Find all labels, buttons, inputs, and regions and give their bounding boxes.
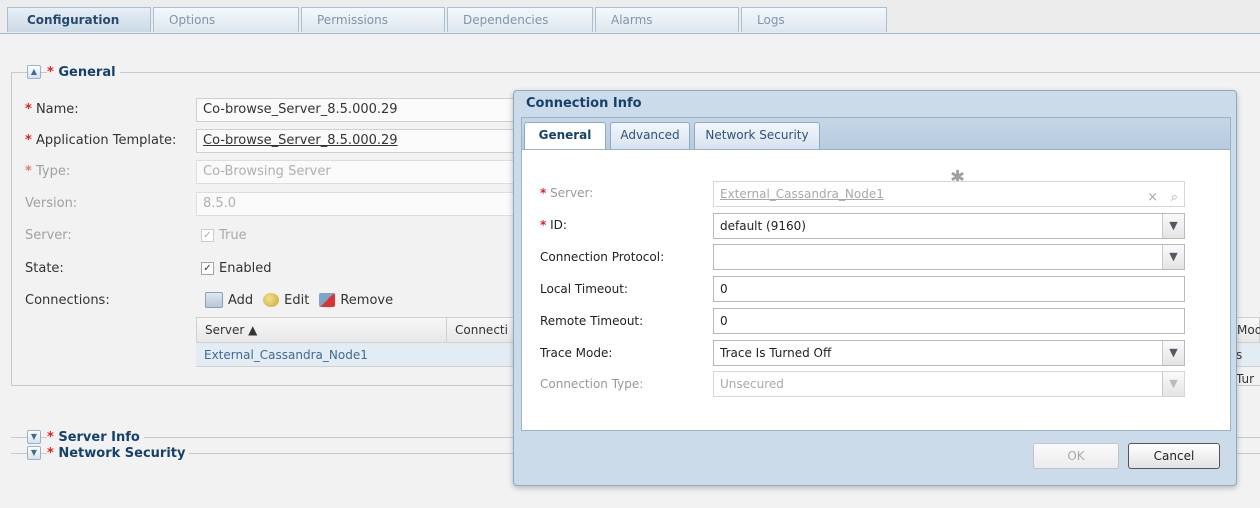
state-label: State: [25, 261, 64, 276]
server-info-section-header: ▼ * Server Info [27, 429, 144, 445]
chevron-down-icon[interactable]: ▼ [1162, 245, 1184, 269]
chevron-down-icon[interactable]: ▼ [27, 430, 41, 444]
state-checkbox-label: Enabled [219, 261, 272, 276]
dialog-server-field[interactable]: External_Cassandra_Node1 × ⌕ [713, 181, 1185, 207]
dialog-tab-network-security[interactable]: Network Security [694, 122, 820, 149]
dialog-id-label: * ID: [540, 218, 567, 232]
dialog-protocol-label: Connection Protocol: [540, 250, 665, 264]
state-checkbox[interactable]: ✓ [201, 262, 214, 275]
dialog-id-select[interactable]: default (9160) ▼ [713, 213, 1185, 239]
network-security-section-header: ▼ * Network Security [27, 445, 190, 461]
type-label: * Type: [25, 164, 71, 179]
chevron-up-icon[interactable]: ▲ [27, 65, 41, 79]
chevron-down-icon[interactable]: ▼ [27, 446, 41, 460]
dialog-tab-strip: General Advanced Network Security [521, 117, 1231, 150]
app-template-link[interactable]: Co-browse_Server_8.5.000.29 [196, 129, 526, 153]
connections-label: Connections: [25, 293, 110, 308]
dialog-server-label: * Server: [540, 186, 594, 200]
version-field: 8.5.0 [196, 192, 526, 216]
version-label: Version: [25, 196, 78, 211]
tab-alarms[interactable]: Alarms [595, 7, 739, 32]
dialog-local-timeout-label: Local Timeout: [540, 282, 628, 296]
chevron-down-icon[interactable]: ▼ [1162, 341, 1184, 365]
ok-button[interactable]: OK [1033, 443, 1119, 469]
state-checkbox-row[interactable]: ✓ Enabled [201, 261, 272, 276]
clear-x-icon[interactable]: × [1147, 186, 1158, 210]
dialog-protocol-select[interactable]: ▼ [713, 244, 1185, 270]
server-checkbox-row: ✓ True [201, 228, 247, 243]
cancel-button[interactable]: Cancel [1128, 443, 1220, 469]
tab-options[interactable]: Options [153, 7, 299, 32]
legend-line [11, 72, 25, 73]
name-label: * Name: [25, 102, 79, 117]
server-label: Server: [25, 228, 72, 243]
dialog-local-timeout-input[interactable]: 0 [713, 276, 1185, 302]
dialog-remote-timeout-input[interactable]: 0 [713, 308, 1185, 334]
edit-icon [263, 293, 280, 307]
server-info-section-title: Server Info [58, 429, 140, 445]
tab-dependencies[interactable]: Dependencies [447, 7, 593, 32]
dialog-trace-mode-label: Trace Mode: [540, 346, 613, 360]
tab-configuration[interactable]: Configuration [7, 7, 151, 32]
name-field[interactable]: Co-browse_Server_8.5.000.29 [196, 98, 526, 122]
dialog-trace-mode-select[interactable]: Trace Is Turned Off ▼ [713, 340, 1185, 366]
remove-button[interactable]: Remove [319, 293, 393, 308]
dialog-conn-type-select: Unsecured ▼ [713, 371, 1185, 397]
dialog-conn-type-label: Connection Type: [540, 377, 644, 391]
dialog-tab-advanced[interactable]: Advanced [610, 122, 690, 149]
chevron-down-icon: ▼ [1162, 372, 1184, 396]
dialog-footer [521, 431, 1231, 479]
add-button[interactable]: Add [205, 292, 253, 308]
general-section-header: ▲ * General [27, 64, 120, 80]
tab-permissions[interactable]: Permissions [301, 7, 445, 32]
server-checkbox-label: True [219, 228, 247, 243]
column-server[interactable]: Server ▲ [197, 318, 447, 342]
magnifier-icon[interactable]: ⌕ [1171, 186, 1178, 210]
tab-logs[interactable]: Logs [741, 7, 887, 32]
edit-button[interactable]: Edit [263, 293, 309, 308]
chevron-down-icon[interactable]: ▼ [1162, 214, 1184, 238]
add-icon [205, 292, 223, 308]
top-tab-bar: Configuration Options Permissions Depend… [0, 0, 1260, 34]
row-server-cell[interactable]: External_Cassandra_Node1 [196, 343, 368, 367]
general-section-title: General [58, 64, 116, 80]
network-security-section-title: Network Security [58, 445, 186, 461]
app-template-label: * Application Template: [25, 133, 177, 148]
connections-toolbar: Add Edit Remove [205, 292, 393, 308]
remove-icon [319, 293, 336, 307]
dialog-remote-timeout-label: Remote Timeout: [540, 314, 644, 328]
server-checkbox: ✓ [201, 229, 214, 242]
dialog-tab-general[interactable]: General [524, 122, 606, 150]
type-field: Co-Browsing Server [196, 160, 526, 184]
dialog-title: Connection Info [526, 96, 642, 111]
